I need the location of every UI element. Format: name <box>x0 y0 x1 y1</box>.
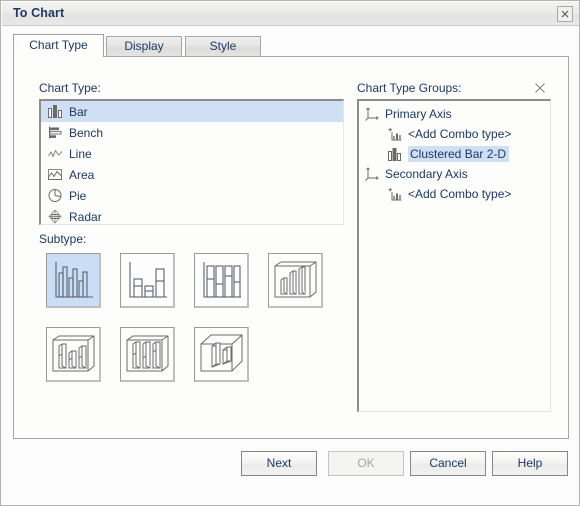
subtype-clustered-bar-3d[interactable] <box>268 253 323 308</box>
subtype-clustered-bar-2d[interactable] <box>46 253 101 308</box>
radar-chart-icon <box>48 209 62 224</box>
bar-chart-icon <box>388 147 401 161</box>
ok-button: OK <box>328 451 404 476</box>
tree-node-primary-axis[interactable]: Primary Axis <box>359 104 550 124</box>
subtype-stacked-bar-2d[interactable] <box>120 253 175 308</box>
chart-type-label: Chart Type: <box>39 81 101 95</box>
add-combo-icon <box>388 127 402 140</box>
subtype-100-percent-stacked-bar-3d[interactable] <box>120 327 175 382</box>
tab-style[interactable]: Style <box>185 36 261 57</box>
subtype-bar-3d-true[interactable] <box>194 327 249 382</box>
cancel-button[interactable]: Cancel <box>410 451 486 476</box>
dialog-footer: Next OK Cancel Help <box>1 451 579 481</box>
tab-strip: Chart Type Display Style <box>13 34 569 57</box>
title-bar: To Chart <box>2 2 579 26</box>
stacked-bar-2d-icon <box>129 262 167 298</box>
tree-node-label: <Add Combo type> <box>408 127 512 141</box>
line-chart-icon <box>48 149 63 158</box>
tree-node-label: <Add Combo type> <box>408 187 512 201</box>
to-chart-dialog: To Chart Chart Type Display Style Chart … <box>0 0 580 506</box>
axis-icon <box>365 106 379 121</box>
tree-node-label: Clustered Bar 2-D <box>408 146 510 162</box>
subtype-stacked-bar-3d[interactable] <box>46 327 101 382</box>
axis-icon <box>365 166 379 181</box>
chart-type-item-label: Bench <box>69 125 104 140</box>
chart-type-listbox[interactable]: Bar Bench Line Area Pie Radar <box>39 99 344 225</box>
chart-type-item-label: Area <box>69 167 95 182</box>
subtype-label: Subtype: <box>39 232 87 246</box>
chart-type-groups-label: Chart Type Groups: <box>357 81 462 95</box>
bar-3d-true-icon <box>200 334 243 372</box>
chart-type-item-label: Bar <box>69 104 88 119</box>
bench-chart-icon <box>49 126 62 139</box>
tree-node-label: Primary Axis <box>385 107 452 121</box>
close-button[interactable] <box>557 6 573 22</box>
next-button[interactable]: Next <box>241 451 317 476</box>
chart-type-item-bar[interactable]: Bar <box>41 101 343 122</box>
chart-type-item-label: Radar <box>69 209 102 224</box>
chart-type-item-area[interactable]: Area <box>41 164 343 185</box>
chart-type-groups-tree[interactable]: Primary Axis <Add Combo type> Clustered … <box>357 99 551 412</box>
chart-type-item-radar[interactable]: Radar <box>41 206 343 224</box>
chart-type-groups-close-button[interactable] <box>533 81 547 95</box>
help-button[interactable]: Help <box>492 451 568 476</box>
tab-chart-type[interactable]: Chart Type <box>13 34 104 57</box>
close-icon <box>535 83 545 93</box>
tree-node-add-combo-secondary[interactable]: <Add Combo type> <box>359 184 550 204</box>
window-title: To Chart <box>13 6 65 20</box>
tree-node-add-combo-primary[interactable]: <Add Combo type> <box>359 124 550 144</box>
tree-node-secondary-axis[interactable]: Secondary Axis <box>359 164 550 184</box>
chart-type-item-bench[interactable]: Bench <box>41 122 343 143</box>
chart-type-tab-panel: Chart Type: Bar Bench Line Area Pie Rada… <box>13 56 569 439</box>
100-percent-stacked-bar-2d-icon <box>203 262 241 298</box>
clustered-bar-2d-icon <box>55 262 93 298</box>
chart-type-item-pie[interactable]: Pie <box>41 185 343 206</box>
chart-type-item-label: Pie <box>69 188 87 203</box>
area-chart-icon <box>48 169 62 180</box>
tab-seam-mask <box>14 56 103 58</box>
add-combo-icon <box>388 187 402 200</box>
stacked-bar-3d-icon <box>52 335 95 372</box>
tree-node-clustered-bar-2d[interactable]: Clustered Bar 2-D <box>359 144 550 164</box>
clustered-bar-3d-icon <box>274 261 317 298</box>
pie-chart-icon <box>48 189 62 202</box>
close-icon <box>561 10 569 18</box>
tree-node-label: Secondary Axis <box>385 167 468 181</box>
subtype-100-percent-stacked-bar-2d[interactable] <box>194 253 249 308</box>
chart-type-item-line[interactable]: Line <box>41 143 343 164</box>
bar-chart-icon <box>48 105 62 118</box>
chart-type-item-label: Line <box>69 146 92 161</box>
tab-display[interactable]: Display <box>106 36 182 57</box>
100-percent-stacked-bar-3d-icon <box>126 335 169 372</box>
